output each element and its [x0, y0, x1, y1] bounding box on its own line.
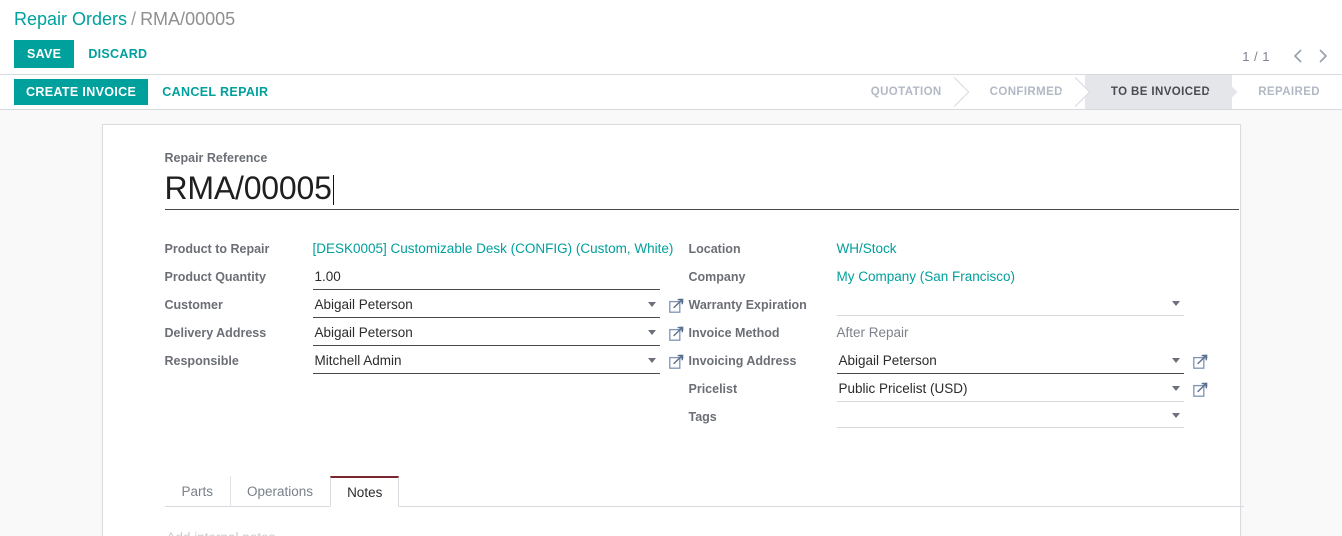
title-block: Repair Reference RMA/00005 — [164, 151, 1239, 210]
field-responsible: Responsible Mitchell Admin — [165, 348, 684, 376]
external-link-icon[interactable] — [1192, 382, 1208, 397]
value-customer: Abigail Peterson — [314, 297, 413, 312]
external-link-icon[interactable] — [1192, 354, 1208, 369]
chevron-down-icon[interactable] — [1171, 386, 1180, 391]
customer-input[interactable]: Abigail Peterson — [312, 292, 660, 318]
field-pricelist: Pricelist Public Pricelist (USD) — [689, 376, 1208, 404]
label-product-to-repair: Product to Repair — [164, 242, 270, 256]
label-warranty-expiration: Warranty Expiration — [688, 298, 807, 312]
pager-value: 1 / 1 — [1242, 48, 1270, 64]
statusbar: CREATE INVOICE CANCEL REPAIR QUOTATION C… — [0, 74, 1342, 110]
form-sheet: Repair Reference RMA/00005 Product to Re… — [101, 124, 1244, 536]
right-field-group: Location WH/Stock Company My Company (Sa… — [689, 236, 1208, 432]
breadcrumb: Repair Orders / RMA/00005 — [0, 0, 1342, 30]
discard-button[interactable]: DISCARD — [74, 40, 161, 68]
warranty-expiration-input[interactable] — [836, 292, 1184, 316]
pager-next-icon[interactable] — [1310, 43, 1336, 69]
value-product-quantity: 1.00 — [314, 269, 341, 284]
field-groups: Product to Repair [DESK0005] Customizabl… — [165, 236, 1208, 432]
value-delivery-address: Abigail Peterson — [314, 325, 413, 340]
value-product-to-repair[interactable]: [DESK0005] Customizable Desk (CONFIG) (C… — [313, 236, 674, 261]
notes-editor[interactable]: Add internal notes. — [165, 507, 1208, 536]
field-invoice-method: Invoice Method After Repair — [689, 320, 1208, 348]
field-customer: Customer Abigail Peterson — [165, 292, 684, 320]
label-delivery-address: Delivery Address — [164, 326, 267, 340]
notebook-tabs: Parts Operations Notes — [164, 476, 1244, 507]
stage-quotation[interactable]: QUOTATION — [845, 75, 964, 109]
tab-parts[interactable]: Parts — [165, 476, 231, 507]
pager: 1 / 1 — [1242, 43, 1336, 69]
field-warranty-expiration: Warranty Expiration — [689, 292, 1208, 320]
field-company: Company My Company (San Francisco) — [689, 264, 1208, 292]
breadcrumb-separator: / — [131, 9, 137, 29]
status-pipeline: QUOTATION CONFIRMED TO BE INVOICED REPAI… — [845, 75, 1342, 109]
label-invoice-method: Invoice Method — [688, 326, 780, 340]
notebook: Parts Operations Notes Add internal note… — [164, 476, 1244, 536]
label-tags: Tags — [688, 410, 717, 424]
value-location[interactable]: WH/Stock — [837, 236, 897, 261]
stage-to-be-invoiced[interactable]: TO BE INVOICED — [1084, 75, 1233, 109]
label-pricelist: Pricelist — [688, 382, 738, 396]
field-tags: Tags — [689, 404, 1208, 432]
tab-operations[interactable]: Operations — [230, 476, 330, 507]
form-background: Repair Reference RMA/00005 Product to Re… — [0, 110, 1342, 536]
chevron-down-icon[interactable] — [1171, 413, 1180, 418]
control-panel: Repair Orders / RMA/00005 SAVE DISCARD 1 /… — [0, 0, 1342, 74]
label-location: Location — [688, 242, 741, 256]
value-invoice-method: After Repair — [836, 325, 909, 340]
left-field-group: Product to Repair [DESK0005] Customizabl… — [165, 236, 684, 432]
breadcrumb-root-link[interactable]: Repair Orders — [14, 9, 127, 29]
pager-previous-icon[interactable] — [1284, 43, 1310, 69]
invoicing-address-input[interactable]: Abigail Peterson — [836, 348, 1184, 374]
field-delivery-address: Delivery Address Abigail Peterson — [165, 320, 684, 348]
pricelist-input[interactable]: Public Pricelist (USD) — [836, 376, 1184, 402]
field-product-quantity: Product Quantity 1.00 — [165, 264, 684, 292]
save-button[interactable]: SAVE — [14, 40, 75, 68]
external-link-icon[interactable] — [668, 326, 684, 341]
breadcrumb-current: RMA/00005 — [140, 9, 236, 29]
external-link-icon[interactable] — [668, 354, 684, 369]
label-product-quantity: Product Quantity — [164, 270, 266, 284]
create-invoice-button[interactable]: CREATE INVOICE — [14, 79, 149, 105]
label-invoicing-address: Invoicing Address — [688, 354, 797, 368]
stage-repaired[interactable]: REPAIRED — [1232, 75, 1342, 109]
chevron-down-icon[interactable] — [647, 330, 656, 335]
chevron-down-icon[interactable] — [647, 358, 656, 363]
field-product-to-repair: Product to Repair [DESK0005] Customizabl… — [165, 236, 684, 264]
repair-reference-value: RMA/00005 — [164, 170, 332, 206]
chevron-down-icon[interactable] — [1171, 358, 1180, 363]
product-quantity-input[interactable]: 1.00 — [312, 264, 660, 290]
field-invoicing-address: Invoicing Address Abigail Peterson — [689, 348, 1208, 376]
chevron-down-icon[interactable] — [647, 302, 656, 307]
repair-reference-label: Repair Reference — [164, 151, 268, 165]
value-responsible: Mitchell Admin — [314, 353, 402, 368]
record-action-buttons: SAVE DISCARD — [0, 30, 1342, 68]
repair-reference-field[interactable]: RMA/00005 — [164, 169, 1239, 210]
label-customer: Customer — [164, 298, 223, 312]
label-company: Company — [688, 270, 746, 284]
value-company[interactable]: My Company (San Francisco) — [837, 264, 1016, 289]
label-responsible: Responsible — [164, 354, 239, 368]
text-cursor — [332, 175, 334, 205]
value-invoicing-address: Abigail Peterson — [838, 353, 937, 368]
notes-placeholder: Add internal notes. — [167, 530, 280, 536]
external-link-icon[interactable] — [668, 298, 684, 313]
value-pricelist: Public Pricelist (USD) — [838, 381, 968, 396]
chevron-down-icon[interactable] — [1171, 301, 1180, 306]
cancel-repair-button[interactable]: CANCEL REPAIR — [148, 79, 282, 105]
tab-notes[interactable]: Notes — [330, 476, 400, 507]
field-location: Location WH/Stock — [689, 236, 1208, 264]
statusbar-buttons: CREATE INVOICE CANCEL REPAIR — [14, 79, 282, 105]
delivery-address-input[interactable]: Abigail Peterson — [312, 320, 660, 346]
responsible-input[interactable]: Mitchell Admin — [312, 348, 660, 374]
tags-input[interactable] — [836, 404, 1184, 428]
